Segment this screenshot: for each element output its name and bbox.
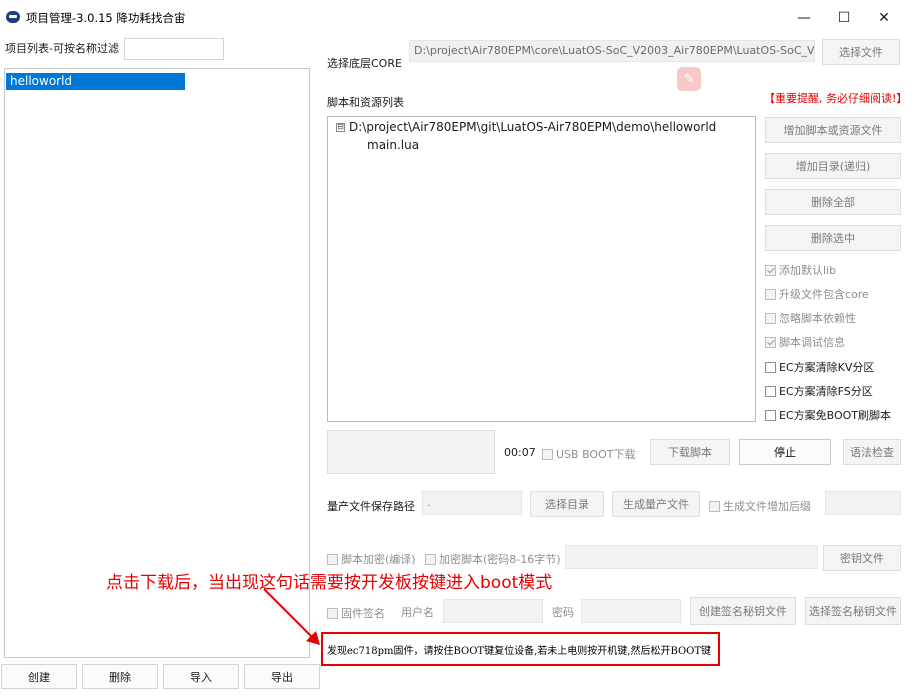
option-label: 脚本加密(编译)	[341, 553, 416, 566]
create-project-button[interactable]: 创建	[1, 664, 77, 689]
option-add-default-lib[interactable]: 添加默认lib	[765, 262, 836, 278]
option-label: 添加默认lib	[779, 264, 837, 277]
close-button[interactable]: ✕	[864, 4, 904, 32]
option-label: 忽略脚本依赖性	[779, 312, 856, 325]
select-sign-key-button[interactable]: 选择签名秘钥文件	[805, 597, 901, 625]
password-label: 密码	[552, 606, 574, 619]
tree-collapse-icon[interactable]: ⊟	[336, 123, 345, 132]
encrypt-compile-option[interactable]: 脚本加密(编译)	[327, 551, 416, 567]
important-notice-link[interactable]: 【重要提醒, 务必仔细阅读!】	[764, 90, 907, 106]
script-tree[interactable]	[327, 116, 756, 422]
add-suffix-option[interactable]: 生成文件增加后缀	[709, 498, 811, 514]
option-label: EC方案免BOOT刷脚本	[779, 409, 892, 422]
script-list-label: 脚本和资源列表	[327, 96, 404, 109]
save-path-label: 量产文件保存路径	[327, 500, 415, 513]
checkbox-icon[interactable]	[765, 361, 776, 373]
checkbox-icon[interactable]	[765, 336, 776, 348]
firmware-sign-option[interactable]: 固件签名	[327, 605, 385, 621]
option-label: 加密脚本(密码8-16字节)	[439, 553, 561, 566]
save-path-input[interactable]: .	[422, 491, 522, 515]
minimize-button[interactable]: —	[784, 4, 824, 32]
checkbox-icon[interactable]	[425, 553, 436, 565]
encryption-key-input[interactable]	[565, 545, 818, 569]
checkbox-icon[interactable]	[327, 553, 338, 565]
project-list-item-helloworld[interactable]: helloworld	[6, 73, 185, 90]
add-directory-button[interactable]: 增加目录(递归)	[765, 153, 901, 179]
option-label: EC方案清除FS分区	[779, 385, 873, 398]
checkbox-icon[interactable]	[327, 607, 338, 619]
syntax-check-button[interactable]: 语法检查	[843, 439, 901, 465]
suffix-input[interactable]	[825, 491, 901, 515]
option-clear-kv[interactable]: EC方案清除KV分区	[765, 359, 874, 375]
username-label: 用户名	[401, 606, 434, 619]
add-script-file-button[interactable]: 增加脚本或资源文件	[765, 117, 901, 143]
checkbox-icon[interactable]	[765, 385, 776, 397]
option-label: EC方案清除KV分区	[779, 361, 875, 374]
checkbox-icon[interactable]	[709, 500, 720, 512]
checkbox-icon[interactable]	[765, 264, 776, 276]
option-clear-fs[interactable]: EC方案清除FS分区	[765, 383, 873, 399]
usb-boot-option[interactable]: USB BOOT下载	[542, 446, 635, 462]
option-label: 升级文件包含core	[779, 288, 869, 301]
window-title: 项目管理-3.0.15 降功耗找合宙	[26, 11, 186, 25]
option-ignore-dependency[interactable]: 忽略脚本依赖性	[765, 310, 856, 326]
project-filter-label: 项目列表-可按名称过滤	[5, 42, 119, 55]
edit-pen-icon: ✎	[677, 67, 701, 91]
checkbox-icon[interactable]	[542, 448, 553, 460]
elapsed-timer: 00:07	[504, 446, 536, 459]
import-project-button[interactable]: 导入	[163, 664, 239, 689]
checkbox-icon[interactable]	[765, 312, 776, 324]
option-label: 固件签名	[341, 607, 385, 620]
option-label: 脚本调试信息	[779, 336, 845, 349]
checkbox-icon[interactable]	[765, 288, 776, 300]
delete-all-button[interactable]: 删除全部	[765, 189, 901, 215]
key-file-button[interactable]: 密钥文件	[823, 545, 901, 571]
maximize-button[interactable]: ☐	[824, 4, 864, 32]
option-no-boot-flash[interactable]: EC方案免BOOT刷脚本	[765, 407, 891, 423]
progress-panel	[327, 430, 495, 474]
log-message: 发现ec718pm固件，请按住BOOT键复位设备,若未上电则按开机键,然后松开B…	[327, 646, 712, 657]
select-directory-button[interactable]: 选择目录	[530, 491, 604, 517]
delete-selected-button[interactable]: 删除选中	[765, 225, 901, 251]
export-project-button[interactable]: 导出	[244, 664, 320, 689]
option-include-core[interactable]: 升级文件包含core	[765, 286, 869, 302]
option-debug-info[interactable]: 脚本调试信息	[765, 334, 845, 350]
luatools-logo-icon	[6, 11, 20, 23]
stop-button[interactable]: 停止	[739, 439, 831, 465]
select-core-file-button[interactable]: 选择文件	[822, 39, 900, 65]
option-label: USB BOOT下载	[556, 448, 636, 461]
download-script-button[interactable]: 下载脚本	[650, 439, 730, 465]
tree-root-node[interactable]: D:\project\Air780EPM\git\LuatOS-Air780EP…	[349, 120, 716, 134]
core-label: 选择底层CORE	[327, 57, 402, 70]
generate-production-file-button[interactable]: 生成量产文件	[612, 491, 700, 517]
annotation-arrow-icon	[263, 588, 320, 645]
password-input[interactable]	[581, 599, 681, 623]
create-sign-key-button[interactable]: 创建签名秘钥文件	[690, 597, 796, 625]
project-filter-input[interactable]	[124, 38, 224, 60]
core-path-field[interactable]: D:\project\Air780EPM\core\LuatOS-SoC_V20…	[409, 40, 815, 62]
delete-project-button[interactable]: 删除	[82, 664, 158, 689]
encrypt-script-option[interactable]: 加密脚本(密码8-16字节)	[425, 551, 561, 567]
checkbox-icon[interactable]	[765, 409, 776, 421]
option-label: 生成文件增加后缀	[723, 500, 811, 513]
tree-file-node[interactable]: main.lua	[367, 138, 419, 152]
username-input[interactable]	[443, 599, 543, 623]
